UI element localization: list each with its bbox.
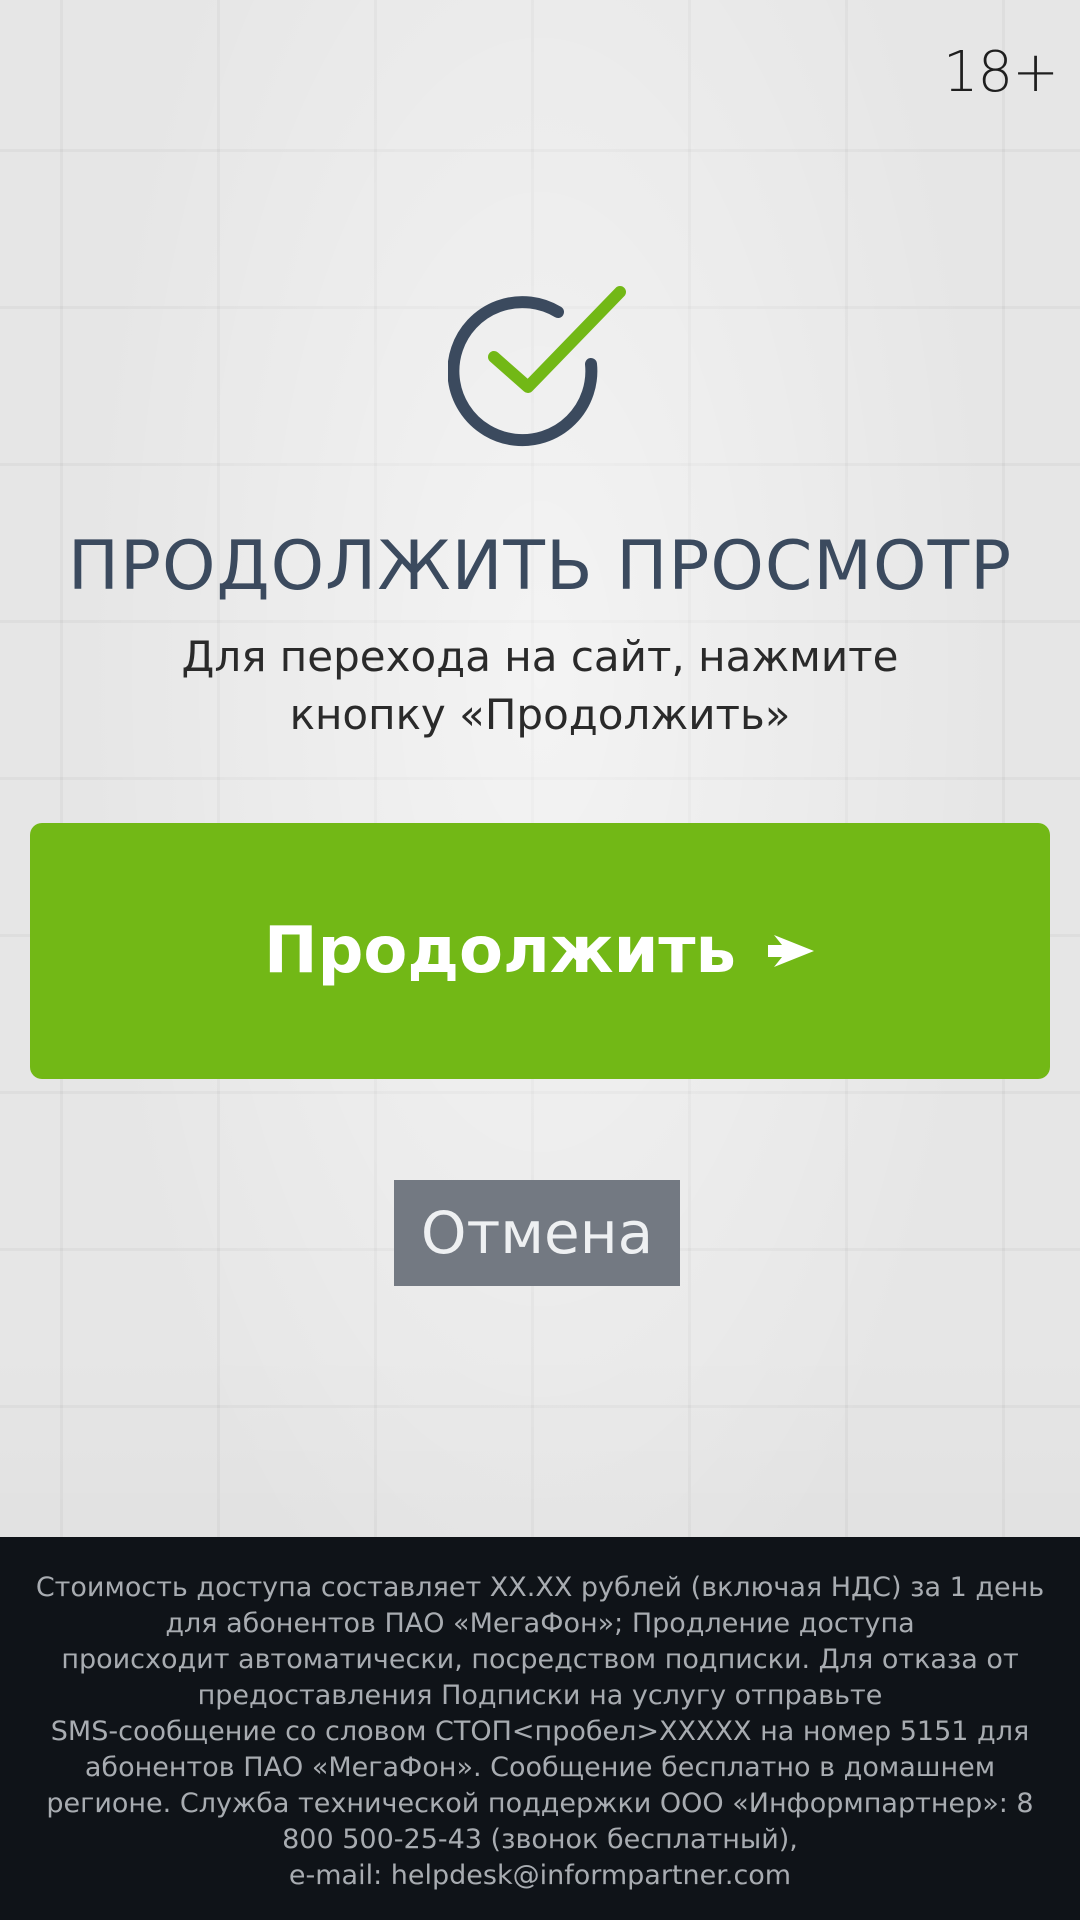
footer-legal: Стоимость доступа составляет XX.XX рубле… <box>0 1537 1080 1920</box>
cancel-button[interactable]: Отмена <box>394 1180 680 1286</box>
page-subtitle: Для перехода на сайт, нажмите кнопку «Пр… <box>120 628 960 744</box>
continue-button-label: Продолжить <box>264 914 736 988</box>
footer-line: абонентов ПАО «МегаФон». Сообщение беспл… <box>84 1752 996 1783</box>
arrow-right-icon <box>767 935 814 967</box>
footer-line: 800 500-25-43 (звонок бесплатный), <box>282 1824 798 1855</box>
footer-legal-text: Стоимость доступа составляет XX.XX рубле… <box>30 1570 1050 1894</box>
continue-button[interactable]: Продолжить <box>30 823 1050 1079</box>
footer-line: SMS-сообщение со словом СТОП<пробел>XXXX… <box>50 1716 1030 1747</box>
footer-line: предоставления Подписки на услугу отправ… <box>197 1680 883 1711</box>
check-circle-icon <box>448 286 626 447</box>
footer-line: происходит автоматически, посредством по… <box>61 1644 1019 1675</box>
footer-line: регионе. Служба технической поддержки ОО… <box>46 1788 1034 1819</box>
main-panel: 18+ ПРОДОЛЖИТЬ ПРОСМОТР Для перехода на … <box>0 0 1080 1537</box>
page-title: ПРОДОЛЖИТЬ ПРОСМОТР <box>67 527 1013 606</box>
footer-line: для абонентов ПАО «МегаФон»; Продление д… <box>165 1608 915 1639</box>
age-rating-badge: 18+ <box>942 40 1059 105</box>
footer-line: Стоимость доступа составляет XX.XX рубле… <box>35 1572 1045 1603</box>
subtitle-line-1: Для перехода на сайт, нажмите <box>181 632 899 681</box>
footer-email[interactable]: e-mail: helpdesk@informpartner.com <box>30 1858 1050 1894</box>
cancel-button-label: Отмена <box>420 1199 654 1267</box>
subtitle-line-2: кнопку «Продолжить» <box>289 690 791 739</box>
